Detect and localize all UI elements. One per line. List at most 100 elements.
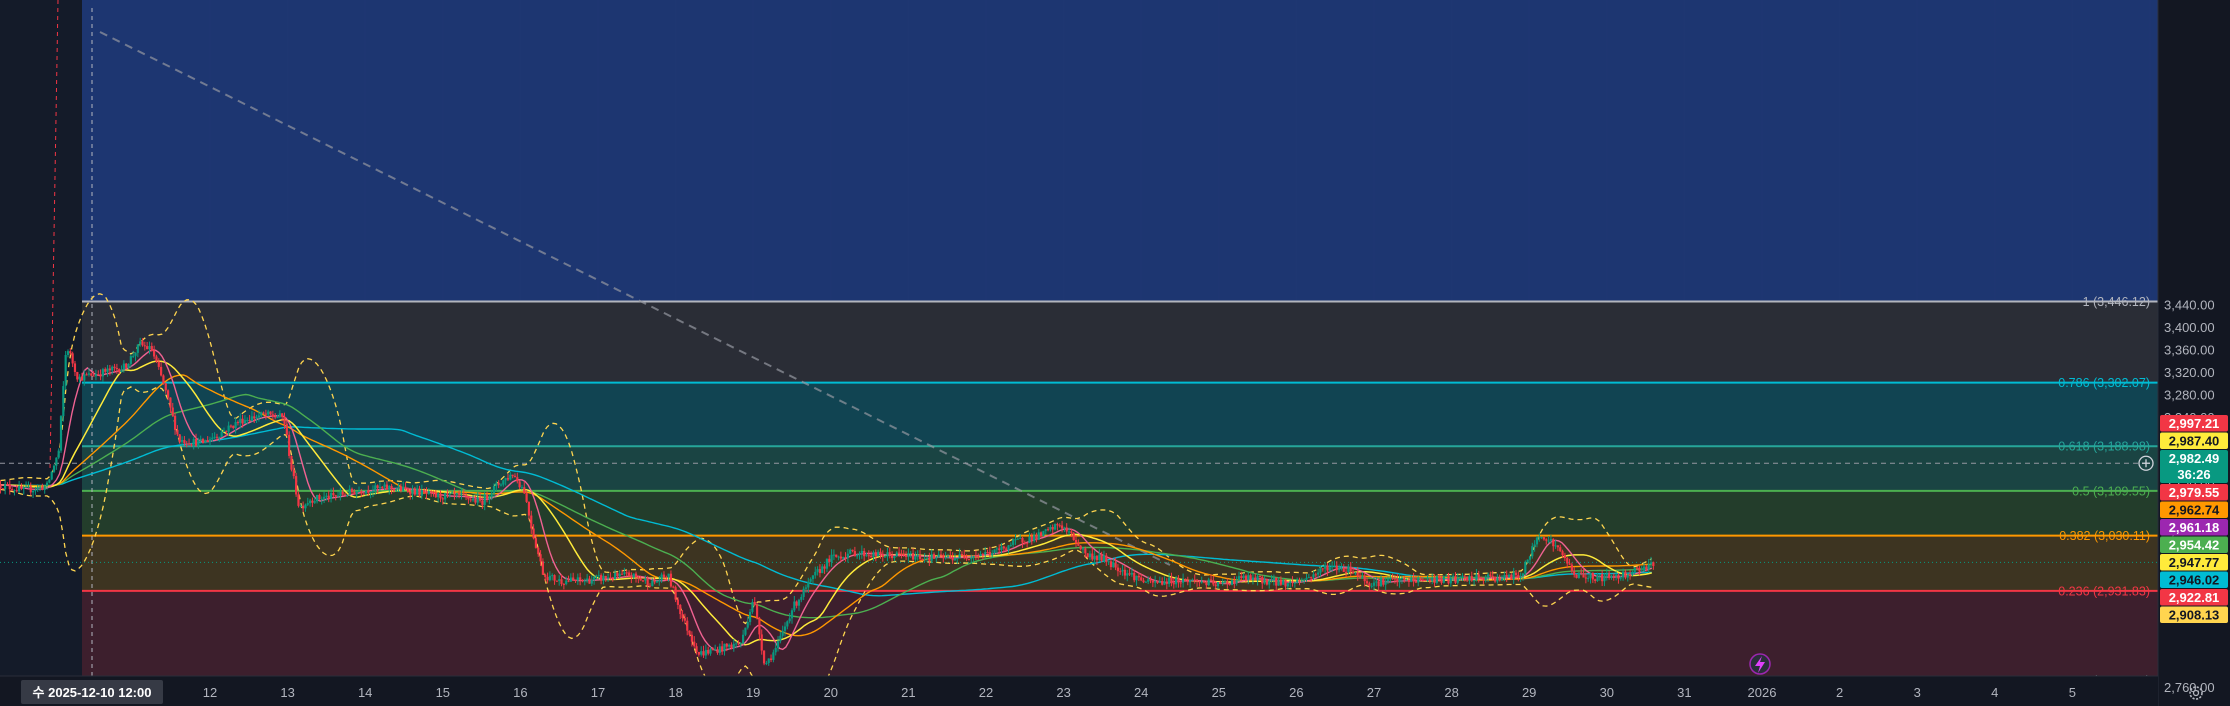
candle-body bbox=[646, 578, 649, 586]
candle-body bbox=[1065, 527, 1068, 532]
candle-body bbox=[870, 555, 873, 558]
candle-body bbox=[236, 422, 240, 424]
candle-body bbox=[1370, 585, 1373, 587]
candle-body bbox=[630, 576, 633, 578]
candle-body bbox=[430, 491, 433, 493]
candle-body bbox=[411, 489, 414, 495]
candle-body bbox=[467, 496, 470, 500]
x-tick-label: 28 bbox=[1444, 685, 1458, 700]
candle-body bbox=[1161, 581, 1164, 585]
y-tick-label: 3,280.00 bbox=[2164, 388, 2215, 403]
candlestick-chart[interactable]: 1 (3,446.12) 0.786 (3,302.07) 0.618 (3,188… bbox=[0, 0, 2230, 706]
candle-body bbox=[1109, 561, 1113, 568]
candle-body bbox=[1221, 581, 1224, 584]
lightning-icon[interactable] bbox=[1749, 653, 1771, 675]
price-badge: 2,908.13 bbox=[2160, 606, 2228, 623]
candle-body bbox=[1563, 554, 1566, 559]
candle-body bbox=[276, 417, 279, 419]
candle-body bbox=[832, 554, 836, 556]
candle-body bbox=[215, 436, 219, 438]
candle-body bbox=[884, 556, 887, 558]
candle-body bbox=[1172, 583, 1175, 585]
candle-body bbox=[886, 552, 889, 557]
candle-body bbox=[1286, 583, 1289, 587]
candle-body bbox=[830, 554, 833, 562]
candle-body bbox=[1382, 578, 1385, 585]
candle-body bbox=[1237, 576, 1241, 581]
candle-body bbox=[1212, 580, 1215, 585]
candle-body bbox=[1584, 577, 1587, 579]
candle-body bbox=[483, 494, 486, 505]
candle-body bbox=[1088, 553, 1092, 558]
candle-body bbox=[1244, 575, 1248, 580]
fib-zone-band bbox=[82, 590, 2158, 676]
candle-body bbox=[1400, 577, 1404, 579]
candle-body bbox=[1608, 573, 1611, 578]
candle-body bbox=[357, 491, 361, 493]
candle-body bbox=[201, 439, 205, 444]
candle-body bbox=[1498, 578, 1501, 581]
candle-body bbox=[1561, 551, 1564, 555]
candle-body bbox=[993, 549, 996, 554]
candle-body bbox=[73, 363, 77, 372]
candle-body bbox=[1587, 577, 1590, 579]
candle-body bbox=[1628, 574, 1632, 576]
candle-body bbox=[253, 416, 256, 419]
candle-body bbox=[930, 554, 933, 561]
candle-body bbox=[695, 646, 698, 652]
candle-body bbox=[544, 574, 547, 577]
candle-body bbox=[1226, 581, 1229, 584]
fib-level-label: 0.236 (2,931.83) bbox=[2058, 584, 2150, 598]
candle-body bbox=[1039, 532, 1043, 537]
candle-body bbox=[157, 361, 160, 367]
candle-body bbox=[115, 367, 118, 370]
candle-body bbox=[132, 355, 135, 357]
candle-body bbox=[262, 412, 265, 414]
candle-body bbox=[986, 552, 989, 554]
candle-body bbox=[234, 422, 237, 429]
candle-body bbox=[469, 499, 472, 501]
candle-body bbox=[437, 493, 440, 498]
candle-body bbox=[457, 493, 461, 495]
candle-body bbox=[406, 488, 409, 492]
candle-body bbox=[702, 651, 705, 656]
candle-body bbox=[823, 566, 826, 569]
candle-body bbox=[390, 485, 393, 489]
candle-body bbox=[532, 528, 535, 539]
price-badge: 2,987.40 bbox=[2160, 432, 2228, 449]
candle-body bbox=[318, 494, 321, 499]
candle-body bbox=[1398, 578, 1401, 583]
candle-body bbox=[1391, 578, 1394, 580]
candle-body bbox=[595, 575, 598, 577]
candle-body bbox=[329, 493, 333, 499]
candle-body bbox=[485, 494, 489, 499]
candle-body bbox=[1335, 565, 1338, 570]
candle-body bbox=[94, 374, 98, 377]
candle-body bbox=[707, 649, 710, 654]
candle-body bbox=[541, 561, 545, 575]
candle-body bbox=[385, 484, 389, 490]
candle-body bbox=[714, 649, 717, 651]
candle-body bbox=[362, 493, 365, 495]
candle-body bbox=[302, 505, 305, 509]
candle-body bbox=[613, 572, 617, 580]
candle-body bbox=[476, 497, 479, 503]
candle-body bbox=[562, 583, 565, 585]
candle-body bbox=[239, 418, 242, 423]
candle-body bbox=[353, 492, 356, 495]
candle-body bbox=[1454, 576, 1457, 583]
candle-body bbox=[1114, 562, 1117, 568]
candle-body bbox=[506, 478, 510, 480]
candle-body bbox=[225, 430, 228, 432]
fib-zone-band bbox=[82, 490, 2158, 536]
candle-body bbox=[1582, 573, 1585, 578]
candle-body bbox=[932, 554, 936, 559]
candle-body bbox=[6, 484, 9, 486]
candle-body bbox=[972, 555, 975, 558]
candle-body bbox=[988, 552, 991, 556]
candle-body bbox=[1098, 554, 1101, 560]
candle-body bbox=[1417, 578, 1420, 583]
candle-body bbox=[1284, 580, 1287, 587]
candle-body bbox=[108, 368, 111, 371]
candle-body bbox=[623, 572, 626, 574]
